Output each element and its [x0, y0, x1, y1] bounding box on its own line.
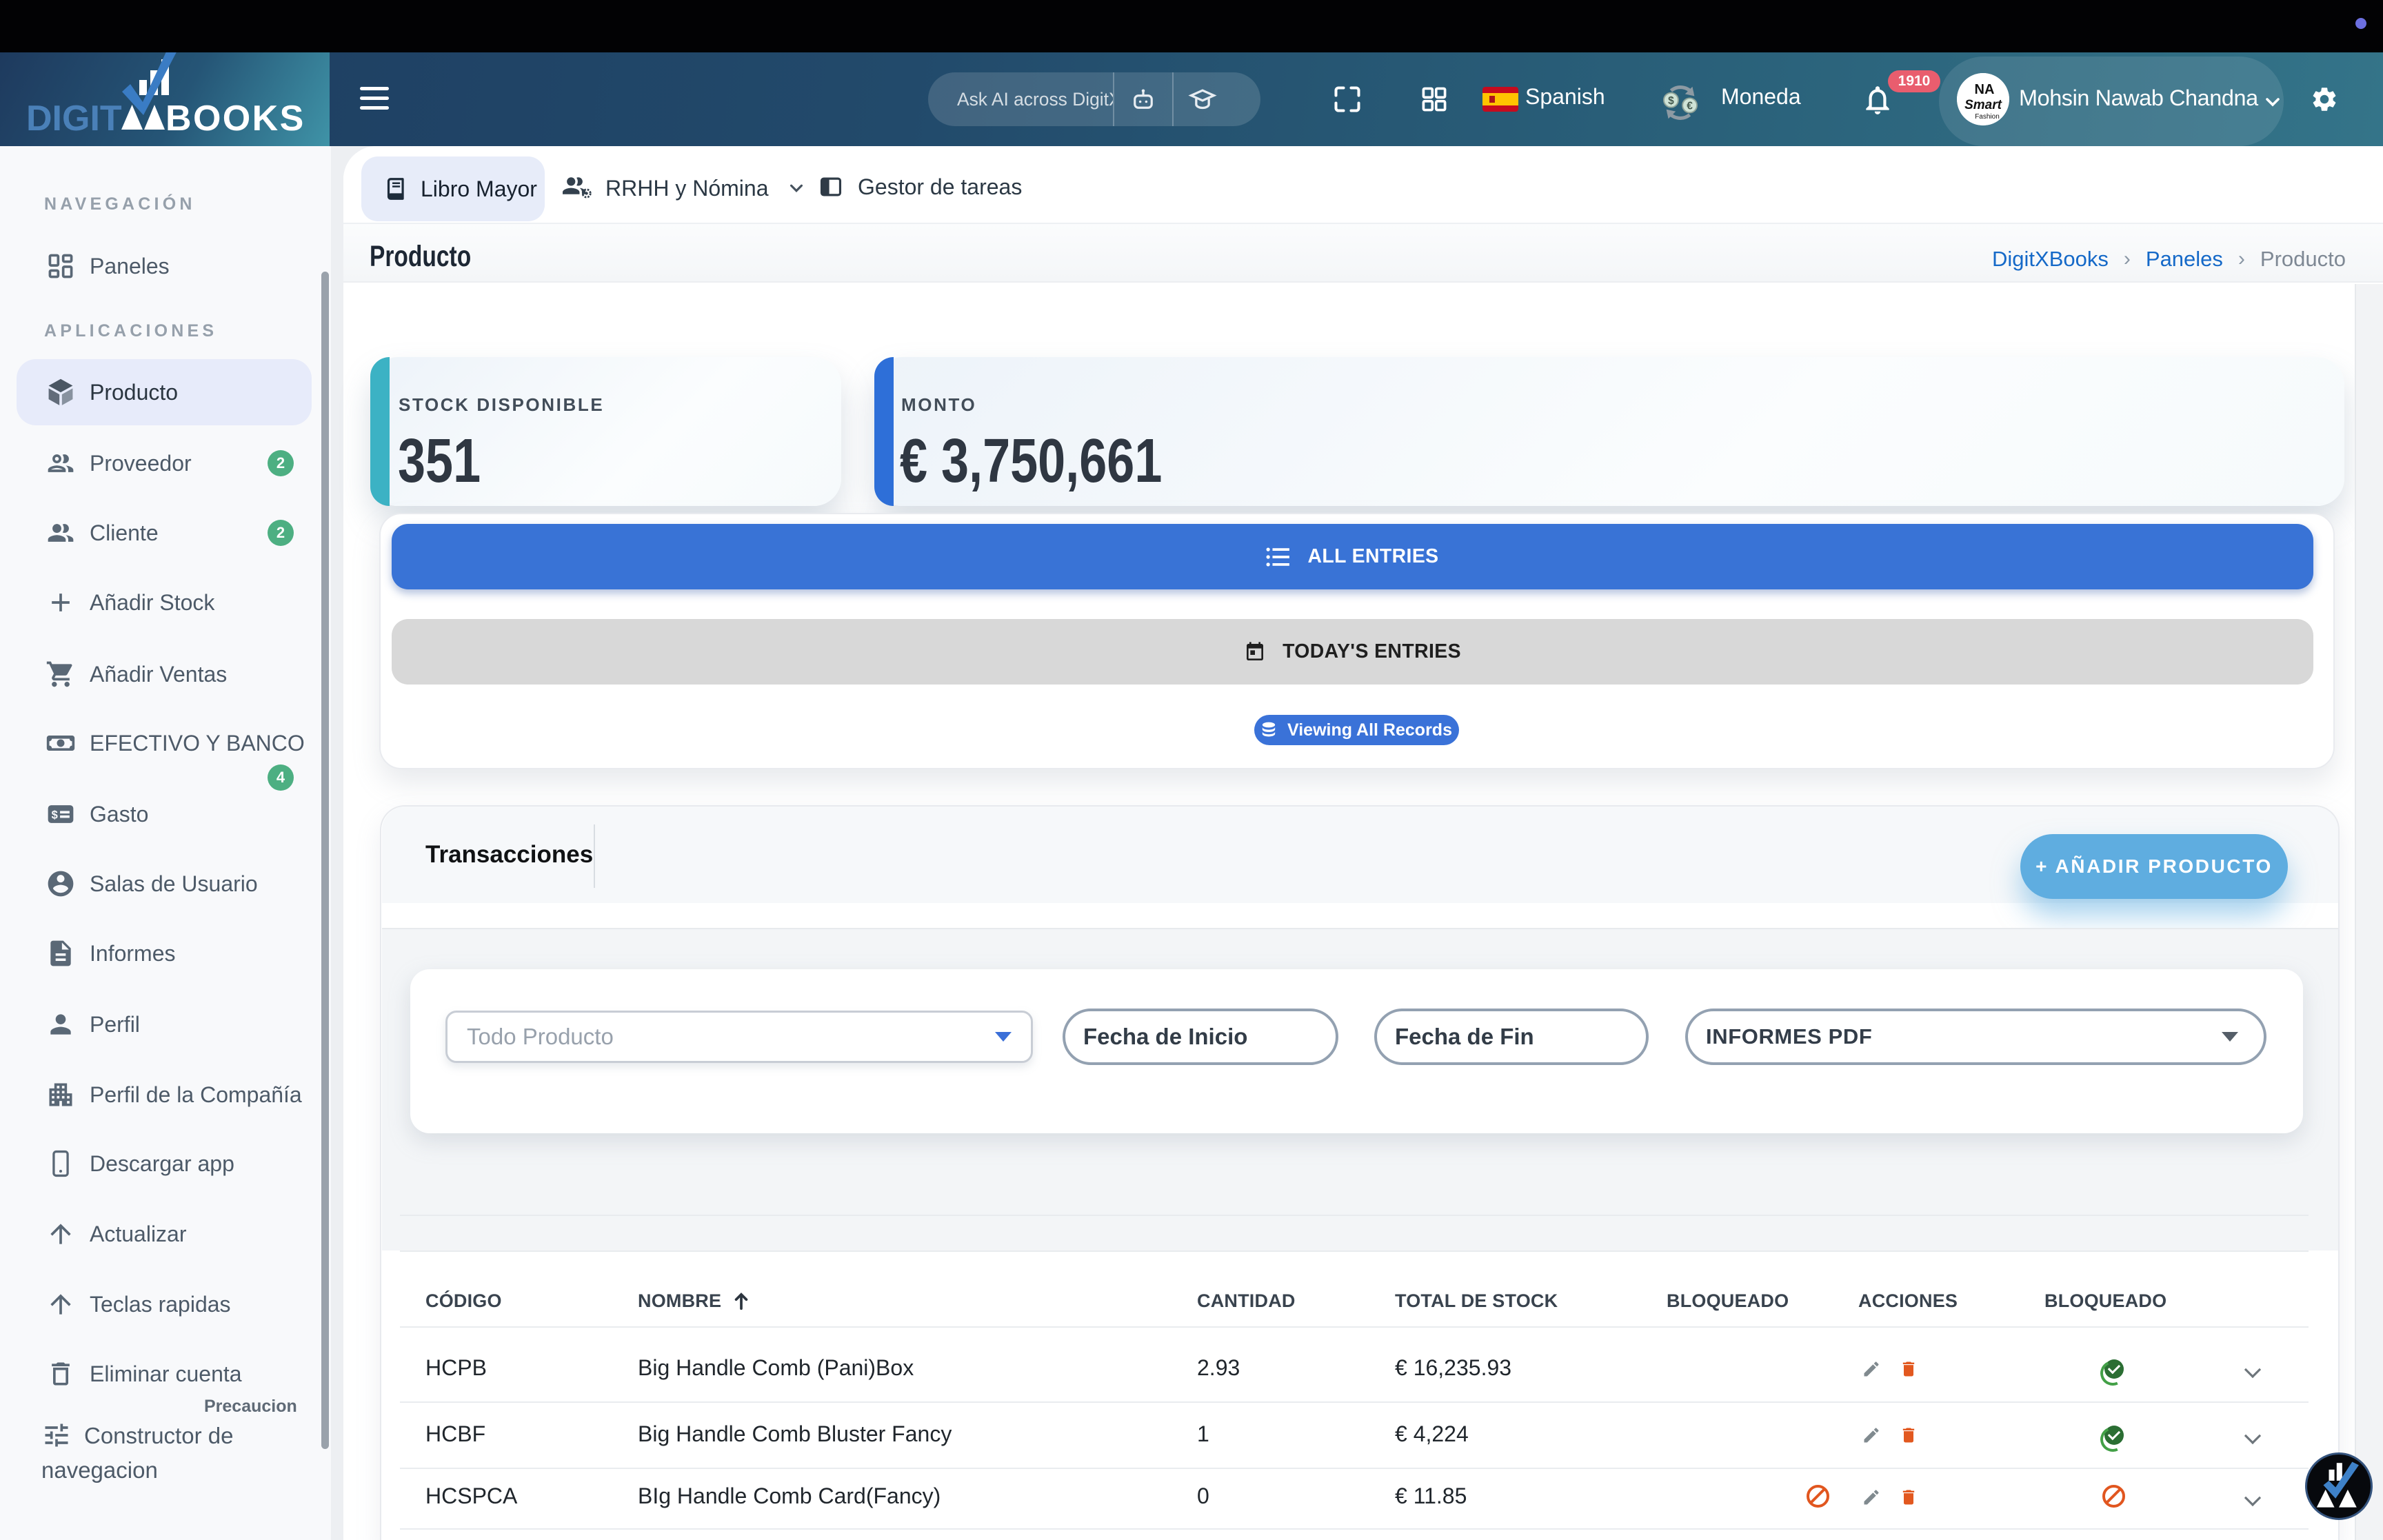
svg-text:$: $ [1668, 95, 1674, 107]
svg-text:€: € [1687, 101, 1693, 112]
svg-text:Fashion: Fashion [1975, 113, 2000, 121]
svg-text:Smart: Smart [1964, 98, 2002, 112]
svg-text:NA: NA [1975, 82, 1995, 97]
svg-text:$: $ [52, 809, 58, 821]
